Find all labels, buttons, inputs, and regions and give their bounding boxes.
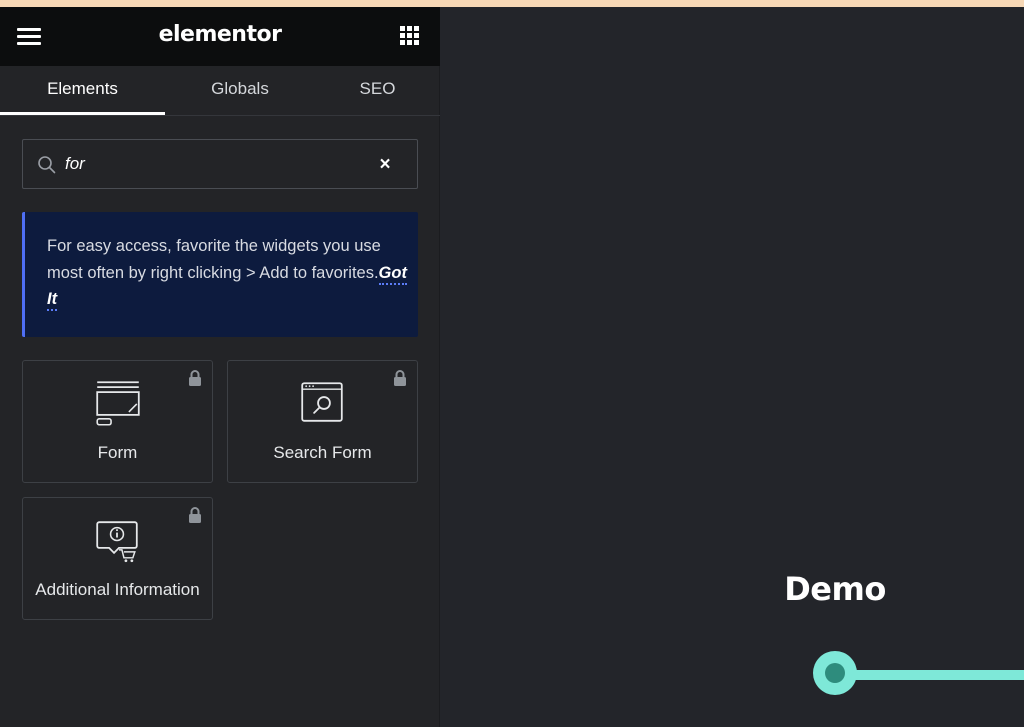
tab-globals[interactable]: Globals: [165, 66, 315, 116]
search-icon: [38, 156, 56, 174]
active-tab-indicator: [0, 112, 165, 115]
panel-header: elementor: [0, 7, 440, 66]
notice-message: For easy access, favorite the widgets yo…: [47, 233, 412, 313]
grid-apps-icon[interactable]: [400, 26, 420, 46]
favorites-notice: For easy access, favorite the widgets yo…: [22, 212, 418, 337]
widget-search-box: ×: [22, 139, 418, 189]
widget-label: Form: [97, 443, 138, 462]
widget-additional-information[interactable]: Additional Information: [22, 497, 213, 620]
panel-tabs: Elements Globals SEO: [0, 66, 440, 116]
widget-form[interactable]: Form: [22, 360, 213, 483]
lock-icon: [186, 369, 204, 387]
form-icon: [96, 381, 140, 426]
widget-label: Additional Information: [35, 580, 200, 599]
tab-elements[interactable]: Elements: [0, 66, 165, 116]
lock-icon: [186, 506, 204, 524]
slider-track[interactable]: [840, 670, 1024, 680]
widget-label: Search Form: [273, 443, 372, 462]
elementor-logo: elementor: [158, 22, 282, 47]
canvas-heading[interactable]: Demo: [760, 570, 910, 608]
hamburger-icon[interactable]: [17, 26, 43, 48]
elementor-panel: elementor Elements Globals SEO × For eas…: [0, 7, 440, 727]
notice-text: For easy access, favorite the widgets yo…: [47, 237, 381, 282]
slider-handle[interactable]: [813, 651, 857, 695]
lock-icon: [391, 369, 409, 387]
browser-top-strip: [0, 0, 1024, 7]
search-input[interactable]: [65, 152, 365, 176]
widget-search-form[interactable]: Search Form: [227, 360, 418, 483]
close-icon[interactable]: ×: [373, 154, 397, 176]
additional-information-icon: [96, 521, 138, 563]
search-form-icon: [301, 382, 343, 422]
tab-seo[interactable]: SEO: [315, 66, 440, 116]
